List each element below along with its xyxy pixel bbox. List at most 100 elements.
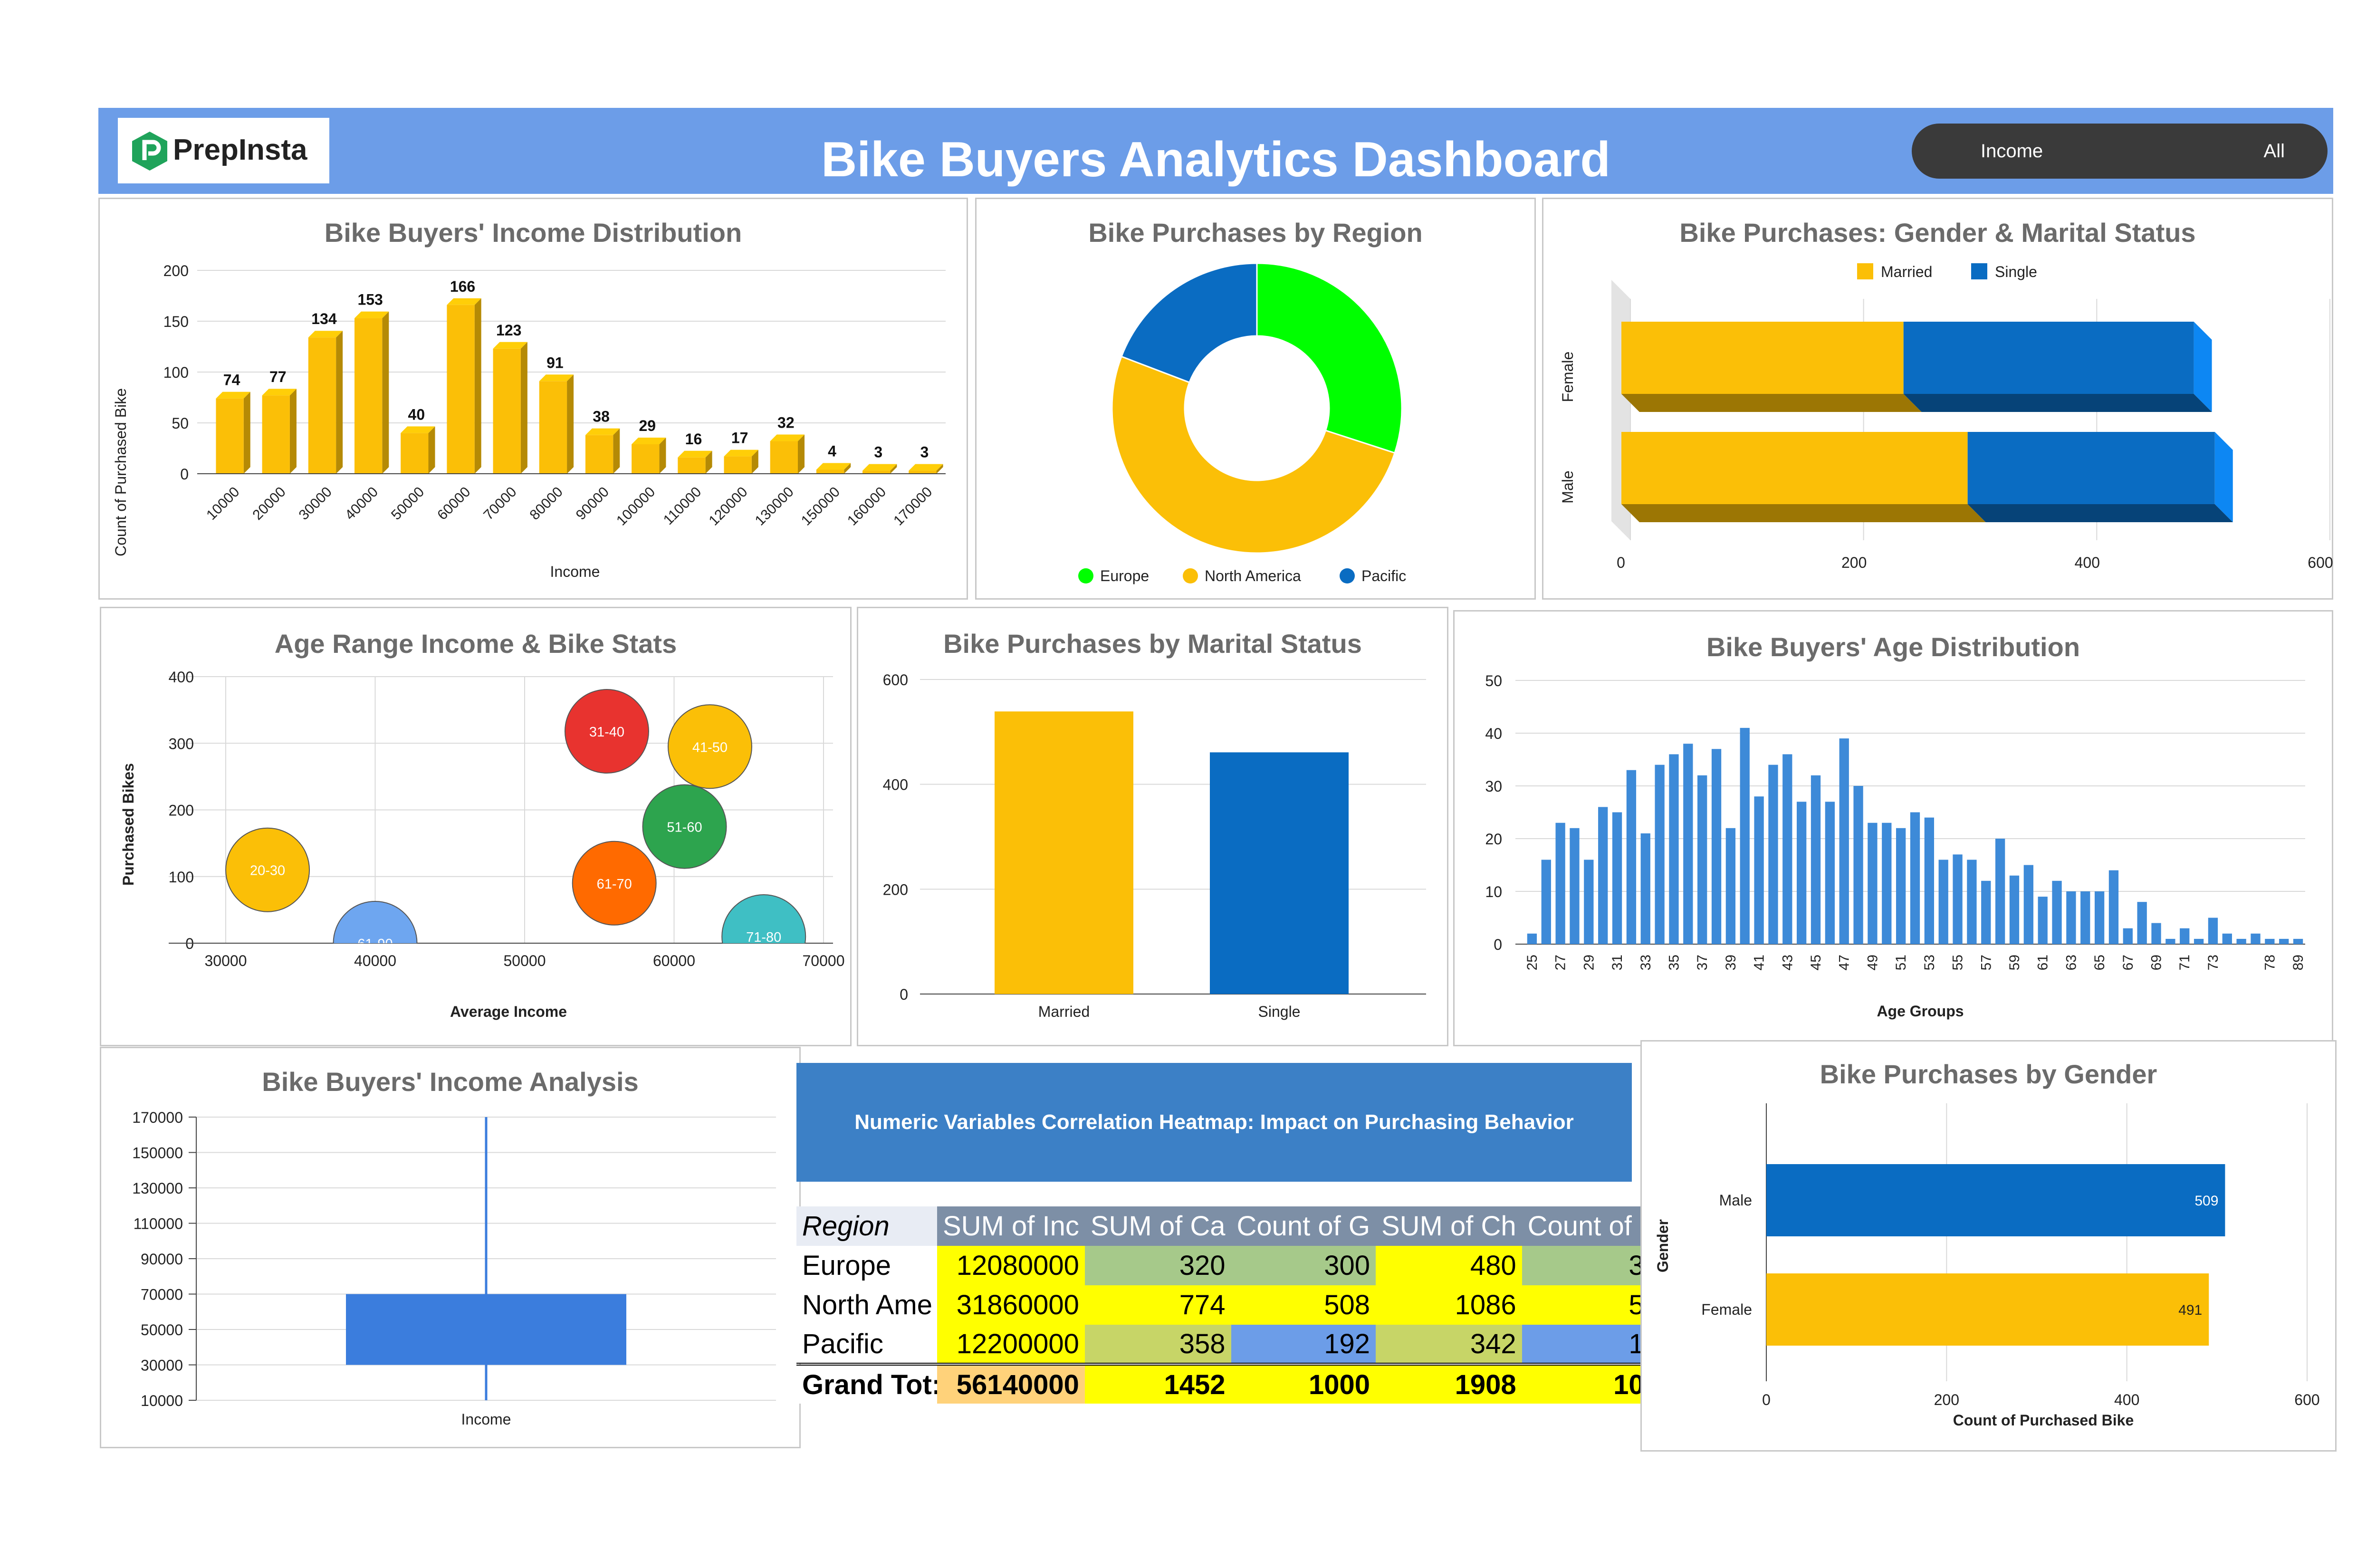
bubble-label: 20-30 bbox=[250, 863, 285, 879]
data-label: 91 bbox=[546, 354, 564, 371]
table-cell: 320 bbox=[1084, 1246, 1231, 1285]
age-distribution-panel: Bike Buyers' Age Distribution 0 10 20 30 40 5… bbox=[1453, 610, 2333, 1046]
data-label: 40 bbox=[408, 406, 425, 423]
bar bbox=[1953, 854, 1963, 944]
income-filter[interactable]: Income All bbox=[1912, 124, 2328, 179]
x-tick-label: 47 bbox=[1837, 955, 1852, 970]
x-tick-label: 27 bbox=[1553, 955, 1569, 970]
x-tick-label: 600 bbox=[2308, 554, 2333, 571]
y-tick-label: 0 bbox=[1494, 936, 1502, 953]
bar bbox=[2052, 880, 2062, 944]
row-label: North Ame bbox=[796, 1285, 937, 1325]
y-tick-label: 400 bbox=[169, 669, 194, 686]
x-tick-label: 73 bbox=[2205, 955, 2221, 970]
y-tick-label: 10000 bbox=[141, 1392, 183, 1409]
bar bbox=[1612, 812, 1622, 944]
table-cell: 508 bbox=[1231, 1285, 1376, 1325]
data-label: 509 bbox=[2194, 1193, 2218, 1209]
bar-bottom bbox=[1903, 394, 2212, 412]
bubble-label: 71-80 bbox=[746, 930, 781, 945]
x-tick-label: 39 bbox=[1723, 955, 1739, 970]
data-label: 3 bbox=[920, 444, 929, 461]
income-analysis-panel: Bike Buyers' Income Analysis 10000 30000 5… bbox=[100, 1047, 801, 1448]
y-tick-label: 110000 bbox=[134, 1215, 183, 1233]
x-tick-label: 65 bbox=[2092, 955, 2108, 970]
y-tick-label: 400 bbox=[883, 776, 908, 794]
income-analysis-xlabel: Income bbox=[461, 1411, 511, 1428]
bar bbox=[1938, 860, 1948, 944]
bar bbox=[1621, 432, 1968, 504]
age-range-bubble-chart: 010020030040030000 40000 50000 60000 70000 2… bbox=[120, 669, 844, 1020]
y-tick-label: 50 bbox=[1485, 672, 1502, 689]
bar bbox=[1903, 322, 2194, 394]
income-filter-value: All bbox=[2263, 141, 2285, 162]
bar bbox=[1669, 754, 1679, 944]
table-cell: 358 bbox=[1084, 1325, 1231, 1364]
x-tick-label: 170000 bbox=[891, 484, 935, 529]
x-tick-label: 90000 bbox=[573, 484, 612, 523]
x-tick-label: 89 bbox=[2290, 955, 2306, 970]
bar bbox=[2094, 891, 2105, 944]
bar bbox=[1967, 860, 1977, 944]
bar bbox=[1868, 822, 1878, 944]
x-tick-label: 33 bbox=[1638, 955, 1654, 970]
y-tick-label: 200 bbox=[163, 262, 189, 279]
y-tick-label: 50000 bbox=[141, 1321, 183, 1339]
bar bbox=[816, 469, 844, 474]
x-tick-label: 80000 bbox=[527, 484, 566, 523]
table-cell: 56140000 bbox=[937, 1363, 1085, 1404]
x-tick-label: 10000 bbox=[203, 484, 242, 523]
y-tick-label: 10 bbox=[1485, 883, 1502, 900]
bar bbox=[354, 318, 383, 474]
bar-side bbox=[613, 428, 620, 474]
bar bbox=[2180, 928, 2190, 944]
gender-xlabel: Count of Purchased Bike bbox=[1953, 1412, 2134, 1429]
region-panel: Bike Purchases by Region Europe North Ame… bbox=[975, 198, 1536, 600]
bar bbox=[1740, 727, 1750, 944]
income-box-chart: 10000 30000 50000 70000 90000 110000 130000 150… bbox=[132, 1109, 776, 1428]
legend-marker bbox=[1971, 263, 1987, 279]
x-tick-label: 25 bbox=[1524, 955, 1540, 970]
bar bbox=[2151, 923, 2161, 944]
x-tick-label: 30000 bbox=[205, 952, 247, 969]
x-tick-label: 53 bbox=[1922, 955, 1937, 970]
x-tick-label: 31 bbox=[1610, 955, 1625, 970]
box-body bbox=[346, 1294, 626, 1365]
table-cell: 1452 bbox=[1084, 1363, 1231, 1404]
bubble-label: 61-70 bbox=[597, 877, 632, 892]
bar bbox=[770, 441, 798, 474]
bar bbox=[1555, 822, 1565, 944]
age-range-panel: Age Range Income & Bike Stats 0 100 200 300… bbox=[100, 607, 852, 1046]
bubble-group: 20-30 31-40 41-50 51-60 61-70 61-90 71-80 bbox=[225, 689, 806, 945]
bar bbox=[1621, 322, 1904, 394]
bar bbox=[447, 305, 475, 474]
y-tick-label: 200 bbox=[883, 881, 908, 898]
bar bbox=[1541, 860, 1551, 944]
bar bbox=[401, 433, 429, 474]
y-tick-label: 40 bbox=[1485, 725, 1502, 742]
data-label: 16 bbox=[685, 430, 702, 448]
bar bbox=[2009, 875, 2020, 944]
legend-marker bbox=[1340, 568, 1355, 583]
x-tick-label: Married bbox=[1038, 1003, 1090, 1020]
bar-side bbox=[520, 342, 527, 474]
data-label: 134 bbox=[311, 310, 337, 327]
bar bbox=[1782, 754, 1792, 944]
table-cell: 342 bbox=[1375, 1325, 1522, 1364]
x-tick-label: 61 bbox=[2035, 955, 2051, 970]
x-tick-label: 40000 bbox=[354, 952, 396, 969]
bar bbox=[1725, 828, 1736, 944]
row-label: Grand Tot: bbox=[796, 1363, 937, 1404]
x-tick-label: 41 bbox=[1752, 955, 1767, 970]
bar bbox=[2279, 938, 2289, 944]
legend-label: Europe bbox=[1100, 567, 1149, 584]
bar bbox=[1811, 775, 1821, 944]
x-tick-label: 110000 bbox=[661, 484, 705, 528]
bar-bottom bbox=[1621, 394, 1922, 412]
income-filter-label: Income bbox=[1981, 141, 2043, 162]
table-row: Pacific12200000358192342192 bbox=[796, 1325, 1681, 1364]
bar bbox=[2080, 891, 2090, 944]
bar bbox=[585, 435, 613, 474]
x-tick-label: 20000 bbox=[249, 484, 288, 523]
legend-marker bbox=[1183, 568, 1198, 583]
